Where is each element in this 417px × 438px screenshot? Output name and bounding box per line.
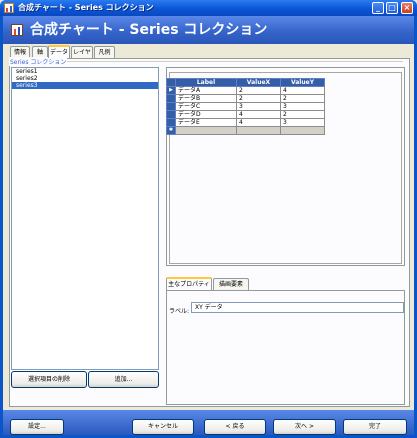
grid-cell[interactable]: 4 (280, 86, 325, 95)
current-row-icon[interactable]: ▶ (166, 86, 176, 95)
settings-button[interactable]: 設定... (10, 419, 64, 435)
grid-cell[interactable]: 3 (280, 118, 325, 127)
new-row-icon[interactable]: ✱ (166, 126, 176, 135)
grid-cell[interactable]: 2 (236, 86, 281, 95)
tab-data[interactable]: データ (48, 45, 70, 58)
window: 合成チャート - Series コレクション _ □ × 合成チャート - Se… (0, 0, 417, 438)
label-input[interactable]: XY データ (191, 302, 404, 313)
table-row: データD 4 2 (166, 110, 325, 119)
table-row: データE 4 3 (166, 118, 325, 127)
row-header[interactable] (166, 118, 176, 127)
title-bar[interactable]: 合成チャート - Series コレクション _ □ × (0, 0, 417, 16)
grid-cell[interactable] (175, 126, 237, 135)
grid-header-row: Label ValueX ValueY (166, 78, 325, 87)
grid-cell[interactable] (280, 126, 325, 135)
grid-cell[interactable]: データD (175, 110, 237, 119)
grid-cell[interactable]: 2 (280, 110, 325, 119)
grid-cell[interactable]: 4 (236, 110, 281, 119)
series-collection-label: Series コレクション (9, 57, 68, 66)
footer-band: 設定... キャンセル < 戻る 次へ > 完了 (3, 410, 414, 435)
table-row: データC 3 3 (166, 102, 325, 111)
tab-legend[interactable]: 凡例 (94, 46, 115, 58)
grid-cell[interactable]: 2 (236, 94, 281, 103)
grid-cell[interactable]: 2 (280, 94, 325, 103)
column-header-valuey[interactable]: ValueY (280, 78, 325, 87)
dialog-client: 合成チャート - Series コレクション 情報 軸 データ レイヤ 凡例 S… (3, 16, 414, 435)
data-grid[interactable]: Label ValueX ValueY ▶ データA 2 4 データB 2 2 … (166, 78, 325, 135)
chart-icon (11, 24, 23, 36)
finish-button[interactable]: 完了 (343, 419, 407, 435)
list-item[interactable]: series3 (12, 82, 158, 89)
list-item[interactable]: series1 (12, 68, 158, 75)
minimize-button[interactable]: _ (372, 2, 384, 14)
tab-drawing-elements[interactable]: 描画要素 (213, 278, 249, 290)
grid-cell[interactable]: データB (175, 94, 237, 103)
grid-corner[interactable] (166, 78, 176, 87)
column-header-label[interactable]: Label (175, 78, 237, 87)
grid-cell[interactable]: 3 (280, 102, 325, 111)
table-row: データB 2 2 (166, 94, 325, 103)
column-header-valuex[interactable]: ValueX (236, 78, 281, 87)
maximize-button[interactable]: □ (386, 2, 398, 14)
add-series-button[interactable]: 追加... (88, 371, 159, 388)
back-button[interactable]: < 戻る (204, 419, 266, 435)
grid-cell[interactable]: データC (175, 102, 237, 111)
cancel-button[interactable]: キャンセル (132, 419, 194, 435)
grid-cell[interactable]: 3 (236, 102, 281, 111)
header-title: 合成チャート - Series コレクション (30, 22, 268, 38)
grid-cell[interactable]: データA (175, 86, 237, 95)
list-item[interactable]: series2 (12, 75, 158, 82)
chart-app-icon (4, 3, 14, 13)
series-list[interactable]: series1 series2 series3 (11, 67, 159, 370)
grid-cell[interactable] (236, 126, 281, 135)
grid-cell[interactable]: 4 (236, 118, 281, 127)
new-row: ✱ (166, 126, 325, 135)
table-row: ▶ データA 2 4 (166, 86, 325, 95)
grid-cell[interactable]: データE (175, 118, 237, 127)
label-caption: ラベル: (169, 308, 190, 315)
next-button[interactable]: 次へ > (273, 419, 336, 435)
group-divider (43, 61, 403, 62)
tab-layer[interactable]: レイヤ (71, 46, 93, 58)
close-button[interactable]: × (401, 2, 413, 14)
row-header[interactable] (166, 102, 176, 111)
tab-main-properties[interactable]: 主なプロパティ (166, 277, 212, 290)
row-header[interactable] (166, 94, 176, 103)
window-title: 合成チャート - Series コレクション (18, 3, 154, 12)
row-header[interactable] (166, 110, 176, 119)
delete-selected-button[interactable]: 選択項目の削除 (11, 371, 87, 388)
header-band: 合成チャート - Series コレクション (3, 16, 414, 44)
